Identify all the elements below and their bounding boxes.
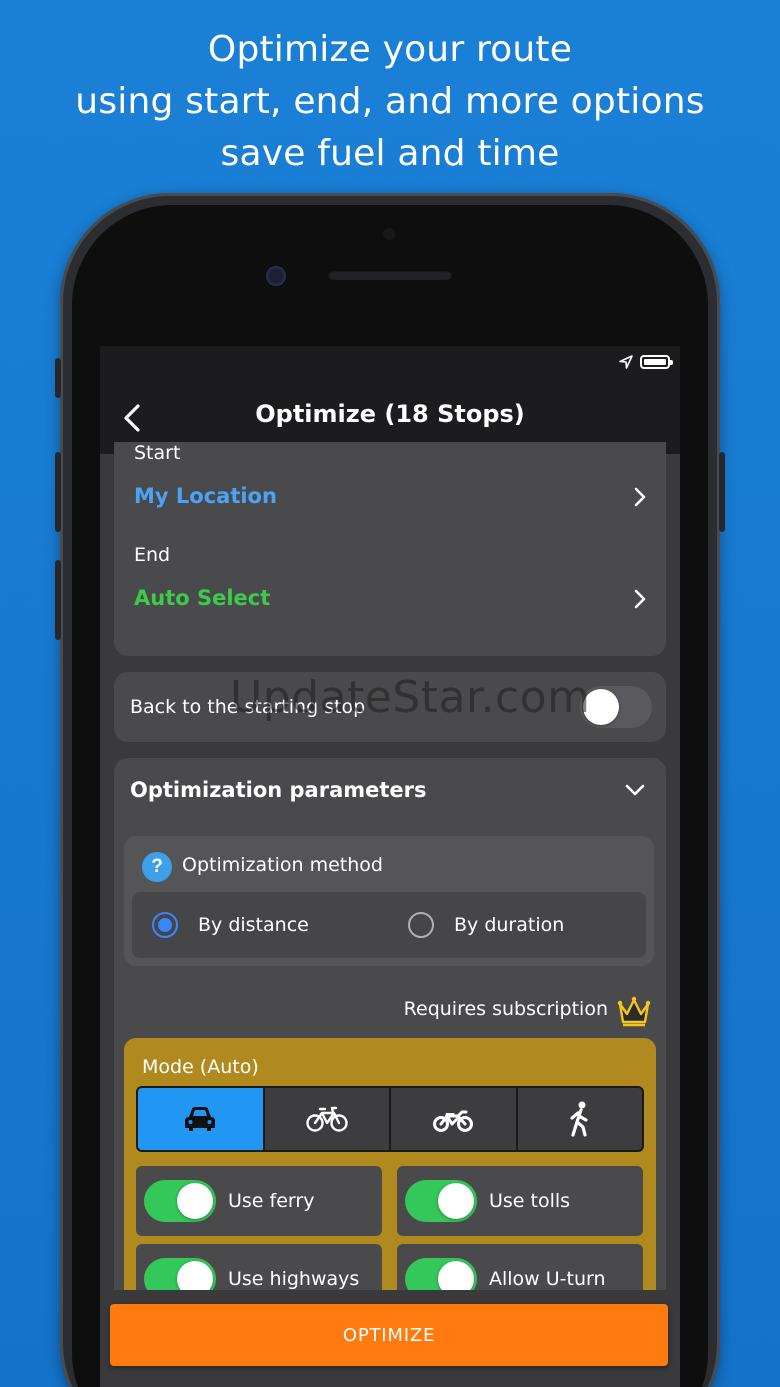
headline-line-1: Optimize your route bbox=[207, 29, 573, 70]
optimization-parameters-title: Optimization parameters bbox=[130, 778, 427, 802]
optimization-method-title: Optimization method bbox=[182, 854, 383, 876]
start-end-card: Start My Location End Auto Select bbox=[114, 442, 666, 656]
mode-label: Mode (Auto) bbox=[142, 1056, 259, 1078]
end-label: End bbox=[134, 544, 171, 566]
power-button bbox=[719, 452, 725, 532]
use-ferry-tile[interactable]: Use ferry bbox=[136, 1166, 382, 1236]
end-value[interactable]: Auto Select bbox=[134, 586, 270, 610]
radio-by-duration[interactable] bbox=[408, 912, 434, 938]
page-title: Optimize (18 Stops) bbox=[255, 400, 525, 428]
crown-icon bbox=[617, 996, 651, 1027]
allow-u-turn-label: Allow U-turn bbox=[489, 1268, 606, 1290]
battery-icon bbox=[640, 355, 673, 369]
bicycle-icon bbox=[306, 1106, 348, 1132]
car-icon bbox=[185, 1107, 216, 1131]
chevron-right-icon[interactable] bbox=[632, 486, 648, 508]
app-screen: Optimize (18 Stops) Start My Location En… bbox=[100, 346, 680, 1387]
use-tolls-toggle[interactable] bbox=[405, 1180, 477, 1222]
optimization-method-options: By distance By duration bbox=[132, 892, 646, 958]
start-label: Start bbox=[134, 442, 181, 464]
motorcycle-icon bbox=[433, 1110, 474, 1132]
travel-mode-selector bbox=[136, 1086, 644, 1152]
front-camera bbox=[266, 266, 286, 286]
use-tolls-label: Use tolls bbox=[489, 1190, 571, 1212]
optimize-button[interactable]: OPTIMIZE bbox=[110, 1304, 668, 1366]
mute-switch bbox=[55, 358, 61, 398]
earpiece-speaker bbox=[328, 270, 452, 280]
help-icon[interactable]: ? bbox=[142, 852, 172, 882]
volume-down-button bbox=[55, 560, 61, 640]
requires-subscription-label: Requires subscription bbox=[403, 998, 608, 1020]
watermark: UpdateStar.com bbox=[230, 672, 591, 723]
proximity-sensor bbox=[383, 228, 395, 240]
use-ferry-toggle[interactable] bbox=[144, 1180, 216, 1222]
back-to-start-toggle[interactable] bbox=[580, 686, 652, 728]
by-distance-label[interactable]: By distance bbox=[198, 914, 309, 936]
by-duration-label[interactable]: By duration bbox=[454, 914, 564, 936]
use-ferry-label: Use ferry bbox=[228, 1190, 315, 1212]
promo-headline: Optimize your route using start, end, an… bbox=[0, 24, 780, 180]
walking-icon bbox=[570, 1101, 588, 1137]
location-arrow-icon bbox=[619, 355, 633, 369]
headline-line-3: save fuel and time bbox=[220, 133, 560, 174]
mode-bicycle[interactable] bbox=[265, 1088, 391, 1150]
radio-by-distance[interactable] bbox=[152, 912, 178, 938]
start-value[interactable]: My Location bbox=[134, 484, 277, 508]
optimization-method-box: ? Optimization method By distance By dur… bbox=[124, 836, 654, 966]
chevron-right-icon[interactable] bbox=[632, 588, 648, 610]
chevron-down-icon[interactable] bbox=[624, 782, 646, 798]
use-highways-label: Use highways bbox=[228, 1268, 360, 1290]
mode-car[interactable] bbox=[138, 1088, 265, 1150]
headline-line-2: using start, end, and more options bbox=[75, 81, 705, 122]
mode-walking[interactable] bbox=[518, 1088, 643, 1150]
status-bar bbox=[100, 346, 680, 380]
mode-motorcycle[interactable] bbox=[391, 1088, 518, 1150]
volume-up-button bbox=[55, 452, 61, 532]
use-tolls-tile[interactable]: Use tolls bbox=[397, 1166, 643, 1236]
